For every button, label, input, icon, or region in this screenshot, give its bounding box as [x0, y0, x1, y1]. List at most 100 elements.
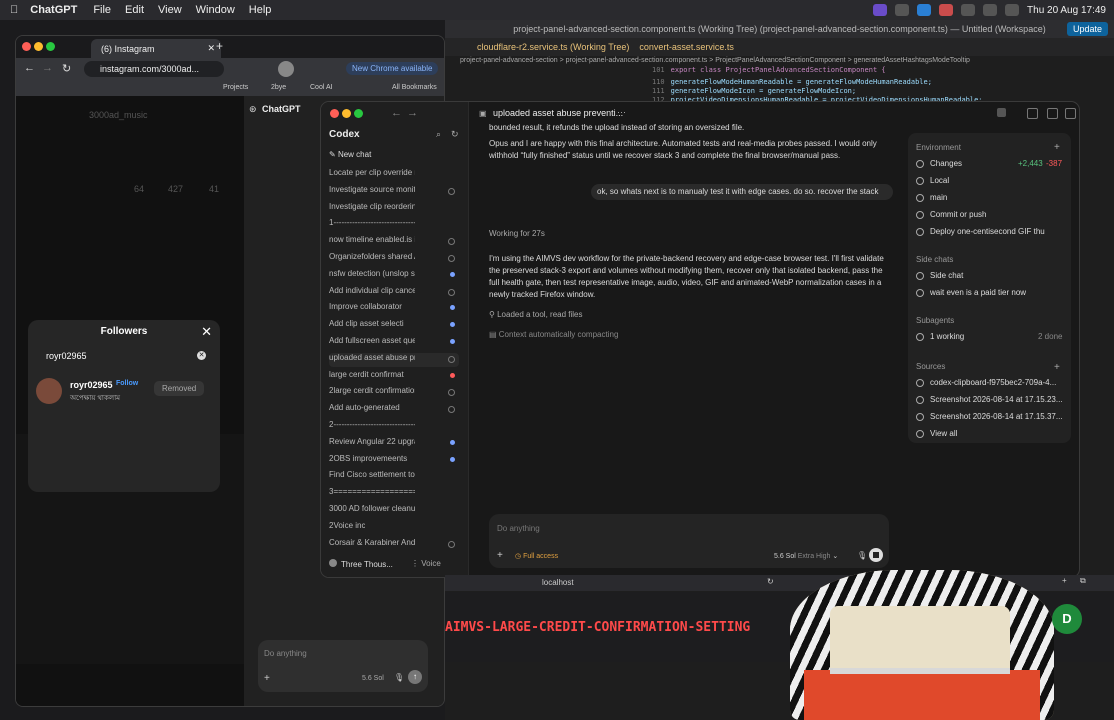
project-selector[interactable]: Three Thous... — [329, 559, 393, 569]
editor-tab[interactable]: convert-asset.service.ts — [639, 42, 734, 52]
chat-item[interactable]: uploaded asset abuse pre — [329, 352, 459, 367]
follow-link[interactable]: Follow — [116, 380, 138, 387]
battery-icon[interactable] — [983, 4, 998, 16]
chat-item[interactable]: 3000 AD follower cleanup and rol — [329, 504, 459, 518]
chat-item[interactable]: 2Voice inc — [329, 521, 459, 535]
chat-item[interactable]: 1--------------------------------- — [329, 218, 459, 232]
toolbar-icon[interactable] — [1047, 108, 1058, 119]
close-window-button[interactable] — [330, 109, 339, 118]
avatar[interactable]: D — [1052, 604, 1082, 634]
maximize-window-button[interactable] — [354, 109, 363, 118]
back-icon[interactable]: ← — [24, 62, 35, 74]
chat-item[interactable]: 2OBS improvemeents — [329, 454, 459, 468]
toolbar-icon[interactable] — [1065, 108, 1076, 119]
view-all-link[interactable]: View all — [916, 429, 1066, 438]
close-window-button[interactable] — [22, 42, 31, 51]
bookmark[interactable]: Projects — [223, 84, 248, 91]
chat-item[interactable]: now timeline enabled.is in use — [329, 235, 459, 249]
followers-search-input[interactable]: royr02965 ✕ — [42, 348, 208, 366]
deploy-row[interactable]: Deploy one-centisecond GIF thu — [916, 227, 1066, 236]
toolbar-icon[interactable] — [997, 108, 1006, 117]
source-item[interactable]: Screenshot 2026-08-14 at 17.15.37... — [916, 412, 1066, 421]
source-item[interactable]: codex-clipboard-f975bec2-709a-4... — [916, 378, 1066, 387]
clock[interactable]: Thu 20 Aug 17:49 — [1027, 5, 1106, 16]
bookmark[interactable]: All Bookmarks — [392, 84, 437, 91]
forward-icon[interactable]: → — [407, 107, 418, 119]
add-source-icon[interactable]: + — [1054, 362, 1060, 373]
more-icon[interactable]: ⋯ — [617, 107, 626, 118]
tray-icon[interactable] — [895, 4, 910, 16]
tray-icon[interactable] — [961, 4, 976, 16]
send-button[interactable]: ↑ — [408, 670, 422, 684]
chat-item[interactable]: Add clip asset selecti — [329, 319, 459, 333]
menu-window[interactable]: Window — [196, 4, 235, 16]
toolbar-icon[interactable] — [1027, 108, 1038, 119]
copy-icon[interactable]: ⧉ — [1080, 576, 1086, 586]
forward-icon[interactable]: → — [42, 62, 53, 74]
side-chat-row[interactable]: Side chat — [916, 271, 1066, 280]
maximize-window-button[interactable] — [46, 42, 55, 51]
chat-item[interactable]: Investigate source monitor ma — [329, 185, 459, 199]
menu-help[interactable]: Help — [249, 4, 272, 16]
new-chat-button[interactable]: ✎ New chat — [329, 150, 371, 159]
new-tab-icon[interactable]: + — [216, 39, 223, 53]
reload-icon[interactable]: ↻ — [62, 62, 71, 75]
menu-edit[interactable]: Edit — [125, 4, 144, 16]
avatar[interactable] — [36, 378, 62, 404]
side-chat-row[interactable]: wait even is a paid tier now — [916, 288, 1066, 297]
mic-icon[interactable]: 🎙 — [857, 551, 867, 560]
search-icon[interactable]: ⌕ — [436, 129, 441, 140]
source-item[interactable]: Screenshot 2026-08-14 at 17.15.23... — [916, 395, 1066, 404]
minimize-window-button[interactable] — [342, 109, 351, 118]
chat-item[interactable]: 3================================= — [329, 487, 459, 501]
profile-avatar[interactable] — [278, 61, 294, 77]
editor-tab[interactable]: cloudflare-r2.service.ts (Working Tree) — [477, 42, 629, 52]
chat-item[interactable]: Organizefolders shared API ut — [329, 252, 459, 266]
attach-icon[interactable]: + — [497, 550, 503, 561]
close-tab-icon[interactable]: ✕ — [207, 43, 215, 54]
chat-item[interactable]: Review Angular 22 upgrade p — [329, 437, 459, 451]
bookmark[interactable]: Cool AI — [310, 84, 333, 91]
wifi-icon[interactable] — [1005, 4, 1020, 16]
tray-icon[interactable] — [917, 4, 932, 16]
back-icon[interactable]: ← — [391, 107, 402, 119]
chat-item[interactable]: Find Cisco settlement total — [329, 470, 459, 484]
codex-app-name[interactable]: Codex — [329, 129, 360, 140]
commit-row[interactable]: Commit or push — [916, 210, 1066, 219]
model-selector[interactable]: 5.6 Sol Extra High ⌄ — [774, 552, 838, 560]
follower-username[interactable]: royr02965 — [70, 380, 113, 390]
chat-item[interactable]: Add individual clip cancell — [329, 286, 459, 300]
apple-icon[interactable]:  — [10, 4, 18, 16]
chatgpt-composer[interactable]: Do anything + 5.6 Sol 🎙 ↑ — [258, 640, 428, 692]
tool-activity[interactable]: ⚲ Loaded a tool, read files — [489, 309, 583, 321]
chat-item[interactable]: Add fullscreen asset quer — [329, 336, 459, 350]
chat-item[interactable]: large cerdit confirmat — [329, 370, 459, 384]
reload-icon[interactable]: ↻ — [767, 577, 774, 586]
stop-button[interactable] — [869, 548, 883, 562]
composer[interactable]: Do anything + ◷ Full access 5.6 Sol Extr… — [489, 514, 889, 568]
new-chrome-button[interactable]: New Chrome available — [346, 62, 439, 75]
close-icon[interactable]: ✕ — [201, 324, 212, 340]
local-row[interactable]: Local — [916, 176, 1066, 185]
removed-button[interactable]: Removed — [154, 381, 205, 396]
bookmark[interactable]: 2bye — [271, 84, 286, 91]
tray-icon[interactable] — [939, 4, 954, 16]
minimize-window-button[interactable] — [34, 42, 43, 51]
chat-item[interactable]: Investigate clip reordering — [329, 202, 459, 216]
update-button[interactable]: Update — [1066, 22, 1108, 36]
address-bar[interactable]: instagram.com/3000ad... — [84, 61, 224, 77]
chat-item[interactable]: 2large cerdit confirmation — [329, 386, 459, 400]
address-bar[interactable]: localhost — [542, 578, 574, 587]
full-access-button[interactable]: ◷ Full access — [515, 552, 558, 560]
app-name[interactable]: ChatGPT — [30, 4, 77, 16]
add-icon[interactable]: + — [264, 673, 270, 684]
chat-item[interactable]: nsfw detection (unslop sk — [329, 269, 459, 283]
menu-view[interactable]: View — [158, 4, 182, 16]
add-icon[interactable]: + — [1062, 576, 1067, 585]
add-environment-icon[interactable]: + — [1054, 142, 1060, 153]
voice-button[interactable]: ⋮ Voice — [411, 559, 441, 568]
model-label[interactable]: 5.6 Sol — [362, 675, 384, 682]
chat-item[interactable]: Corsair & Karabiner And Razer — [329, 538, 459, 552]
chat-item[interactable]: Improve collaborator — [329, 302, 459, 316]
menu-file[interactable]: File — [93, 4, 111, 16]
